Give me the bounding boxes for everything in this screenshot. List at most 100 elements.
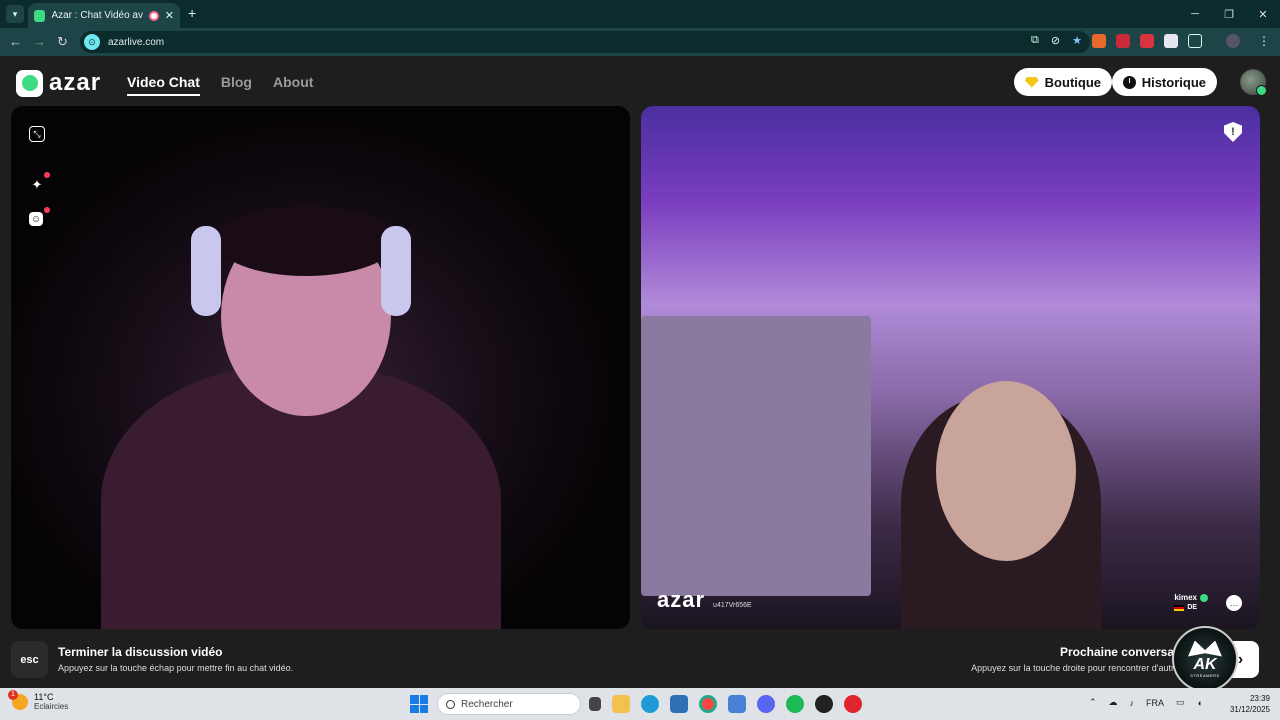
bookmark-star-icon[interactable]: ★ xyxy=(1072,34,1082,47)
main-nav: Video Chat Blog About xyxy=(127,74,313,96)
tray-cloud-icon[interactable]: ☁ xyxy=(1109,697,1118,708)
new-tab-icon[interactable]: + xyxy=(188,5,196,21)
nav-blog[interactable]: Blog xyxy=(221,74,252,96)
network-icon[interactable]: ▭ xyxy=(1176,697,1185,708)
address-bar[interactable]: ⊙ azarlive.com ⧉ ⊘ ★ xyxy=(80,31,1090,53)
back-icon[interactable]: ← xyxy=(9,34,22,49)
extension-red-icon[interactable] xyxy=(1140,34,1154,48)
volume-icon[interactable]: ◖ xyxy=(1197,698,1202,708)
site-info-icon[interactable]: ⊙ xyxy=(84,34,100,50)
ak-streamers-badge: AK STREAMERS xyxy=(1172,626,1238,692)
weather-widget[interactable]: 1 11°C Eclaircies xyxy=(8,689,69,711)
effects-sparkle-icon[interactable]: ✦ xyxy=(29,177,45,193)
forward-icon[interactable]: → xyxy=(33,34,46,49)
boutique-button[interactable]: Boutique xyxy=(1013,68,1112,96)
next-chat-title: Prochaine conversation xyxy=(1059,645,1196,659)
task-view-icon[interactable] xyxy=(589,697,601,711)
minimize-video-icon[interactable]: ⤡ xyxy=(29,126,45,142)
clock-date: 31/12/2025 xyxy=(1229,705,1270,714)
profile-icon[interactable] xyxy=(1226,34,1240,48)
store-icon[interactable] xyxy=(670,695,688,713)
peer-country-row: DE xyxy=(1174,604,1208,611)
azar-logo-text: azar xyxy=(49,69,102,96)
headset-right xyxy=(381,226,411,316)
obs-icon[interactable] xyxy=(815,695,833,713)
boutique-label: Boutique xyxy=(1044,74,1101,90)
url-text[interactable]: azarlive.com xyxy=(108,37,164,48)
local-person-hair xyxy=(216,206,396,276)
user-avatar[interactable] xyxy=(1240,69,1267,96)
browser-tabbar: ▾ Azar : Chat Vidéo avec de ✕ + ─ ❐ ✕ xyxy=(0,0,1280,28)
extension-fox-icon[interactable] xyxy=(1092,34,1106,48)
chrome-icon[interactable] xyxy=(699,695,717,713)
maximize-icon[interactable]: ❐ xyxy=(1212,0,1246,28)
badge-text: AK xyxy=(1193,655,1217,673)
taskbar-search[interactable]: Rechercher xyxy=(437,693,581,715)
badge-subtext: STREAMERS xyxy=(1190,672,1220,678)
browser-menu-icon[interactable]: ⋮ xyxy=(1258,34,1270,48)
microphone-icon[interactable]: ♪ xyxy=(1130,698,1135,708)
historique-button[interactable]: Historique xyxy=(1111,68,1217,96)
spotify-icon[interactable] xyxy=(786,695,804,713)
close-window-icon[interactable]: ✕ xyxy=(1246,0,1280,28)
tab-search-icon[interactable]: ▾ xyxy=(6,5,24,23)
end-chat-subtitle: Appuyez sur la touche échap pour mettre … xyxy=(58,663,294,673)
peer-name-row: kimex xyxy=(1174,593,1208,602)
search-placeholder: Rechercher xyxy=(461,698,513,710)
azar-favicon-icon xyxy=(34,9,46,22)
clock-icon xyxy=(1122,75,1136,89)
language-indicator[interactable]: FRA xyxy=(1146,698,1164,708)
browser-toolbar: ← → ↻ ⊙ azarlive.com ⧉ ⊘ ★ xyxy=(0,28,1280,56)
cast-icon[interactable]: ⧉ xyxy=(1031,34,1039,47)
discord-icon[interactable] xyxy=(757,695,775,713)
taskbar-clock[interactable]: 23:39 31/12/2025 xyxy=(1230,693,1270,715)
azar-logo-icon xyxy=(16,69,43,97)
extension-shield-icon[interactable] xyxy=(1116,34,1130,48)
verified-icon xyxy=(1200,593,1208,602)
end-chat-title: Terminer la discussion vidéo xyxy=(58,645,223,659)
divider xyxy=(1212,34,1216,48)
close-tab-icon[interactable]: ✕ xyxy=(165,9,174,22)
window-controls: ─ ❐ ✕ xyxy=(1178,0,1280,28)
germany-flag-icon xyxy=(1174,604,1185,611)
file-explorer-icon[interactable] xyxy=(612,695,630,713)
weather-sun-icon: 1 xyxy=(8,689,28,710)
filter-notification-dot xyxy=(44,207,50,213)
cabinet-background xyxy=(641,316,871,596)
taskbar-apps xyxy=(589,695,862,713)
effects-notification-dot xyxy=(44,172,50,178)
weather-badge: 1 xyxy=(8,689,18,700)
historique-label: Historique xyxy=(1141,74,1206,90)
peer-country: DE xyxy=(1187,604,1198,611)
search-icon xyxy=(446,699,455,709)
azar-app: azar Video Chat Blog About Boutique Hist… xyxy=(0,56,1280,692)
windows-taskbar: 1 11°C Eclaircies Rechercher ⌃ ☁ ♪ FRA ▭… xyxy=(0,688,1280,720)
esc-button[interactable]: esc xyxy=(11,641,48,678)
nav-video-chat[interactable]: Video Chat xyxy=(127,74,200,96)
system-tray: ⌃ ☁ ♪ FRA ▭ ◖ xyxy=(1089,697,1202,708)
extensions-puzzle-icon[interactable] xyxy=(1188,34,1202,48)
local-video: ⤡ ✦ ☺ xyxy=(11,106,630,629)
outlook-icon[interactable] xyxy=(728,695,746,713)
reload-icon[interactable]: ↻ xyxy=(57,34,68,50)
azar-watermark: azar u417Vr656E xyxy=(657,587,752,613)
chat-bubble-icon[interactable]: … xyxy=(1226,595,1242,611)
browser-tab[interactable]: Azar : Chat Vidéo avec de ✕ xyxy=(28,3,180,28)
azar-logo[interactable]: azar xyxy=(16,69,101,97)
weather-desc: Eclaircies xyxy=(34,702,69,711)
tray-chevron-icon[interactable]: ⌃ xyxy=(1089,697,1097,708)
face-filter-icon[interactable]: ☺ xyxy=(29,212,43,226)
tracking-eye-icon[interactable]: ⊘ xyxy=(1051,34,1060,47)
remote-video: ! azar u417Vr656E kimex DE … xyxy=(641,106,1260,629)
minimize-icon[interactable]: ─ xyxy=(1178,0,1212,28)
app-red-icon[interactable] xyxy=(844,695,862,713)
extension-guard-icon[interactable] xyxy=(1164,34,1178,48)
nav-about[interactable]: About xyxy=(273,74,313,96)
edge-icon[interactable] xyxy=(641,695,659,713)
next-chat-subtitle: Appuyez sur la touche droite pour rencon… xyxy=(971,663,1196,673)
diamond-icon xyxy=(1024,76,1039,88)
windows-start-icon[interactable] xyxy=(410,695,428,713)
end-chat-hint: Terminer la discussion vidéo Appuyez sur… xyxy=(58,645,293,673)
report-shield-icon[interactable]: ! xyxy=(1224,122,1242,142)
peer-info[interactable]: kimex DE xyxy=(1174,593,1208,611)
